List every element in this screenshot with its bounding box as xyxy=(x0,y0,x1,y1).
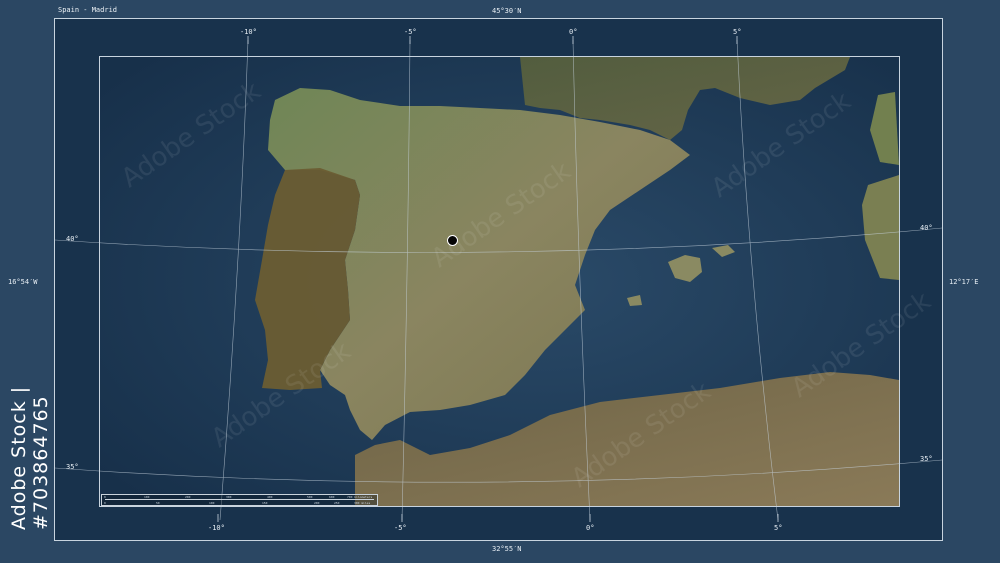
scale-tick-km: 500 xyxy=(307,495,313,499)
graticule-label-bottom: -10° xyxy=(208,524,225,532)
scale-tick-mi: 250 xyxy=(334,501,340,505)
capital-marker[interactable] xyxy=(447,235,458,246)
scale-tick-km: 300 xyxy=(226,495,232,499)
scale-tick-mi: 200 xyxy=(314,501,320,505)
graticule-label-left: 40° xyxy=(66,235,79,243)
graticule-label-right: 35° xyxy=(920,455,933,463)
scale-tick-mi: 0 xyxy=(104,501,106,505)
scale-bar: 0 100 200 300 400 500 600 700 kilometers… xyxy=(101,494,378,506)
scale-tick-mi: 300 miles xyxy=(354,501,371,505)
graticule-label-top: -10° xyxy=(240,28,257,36)
scale-bar-line xyxy=(105,499,374,500)
scale-tick-km: 600 xyxy=(329,495,335,499)
scale-tick-mi: 150 xyxy=(262,501,268,505)
graticule-label-bottom: 0° xyxy=(586,524,595,532)
graticule-label-top: -5° xyxy=(404,28,417,36)
graticule-label-bottom: 5° xyxy=(774,524,783,532)
frame-label-top: 45°30′N xyxy=(492,7,522,15)
graticule-label-right: 40° xyxy=(920,224,933,232)
scale-tick-km: 100 xyxy=(144,495,150,499)
frame-label-right: 12°17′E xyxy=(949,278,979,286)
stock-id-label: Adobe Stock | #703864765 xyxy=(8,385,52,530)
scale-tick-km: 400 xyxy=(267,495,273,499)
scale-tick-km: 0 xyxy=(104,495,106,499)
graticule-label-left: 35° xyxy=(66,463,79,471)
scale-tick-km: 200 xyxy=(185,495,191,499)
scale-tick-mi: 50 xyxy=(156,501,160,505)
scale-tick-km: 700 kilometers xyxy=(347,495,373,499)
frame-label-bottom: 32°55′N xyxy=(492,545,522,553)
graticule-label-bottom: -5° xyxy=(394,524,407,532)
frame-label-left: 16°54′W xyxy=(8,278,38,286)
graticule-label-top: 0° xyxy=(569,28,578,36)
map-title: Spain - Madrid xyxy=(58,6,118,14)
graticule-label-top: 5° xyxy=(733,28,742,36)
scale-tick-mi: 100 xyxy=(209,501,215,505)
